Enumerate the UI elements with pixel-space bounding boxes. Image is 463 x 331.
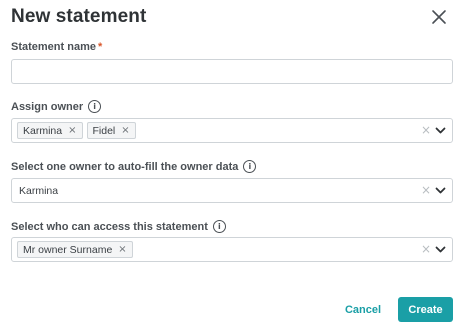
assign-owner-label: Assign owner i xyxy=(11,100,102,113)
clear-icon[interactable]: × xyxy=(421,242,431,256)
chip-label: Karmina xyxy=(23,124,63,137)
autofill-owner-select[interactable]: Karmina × xyxy=(11,178,453,203)
chip-label: Mr owner Surname xyxy=(23,243,113,256)
chevron-down-icon[interactable] xyxy=(434,243,447,256)
create-button[interactable]: Create xyxy=(398,297,453,322)
statement-name-input[interactable] xyxy=(11,59,453,84)
owner-chip-karmina: Karmina × xyxy=(17,122,83,139)
info-icon[interactable]: i xyxy=(88,100,102,113)
owner-chip-fidel: Fidel × xyxy=(86,122,136,139)
statement-name-label-text: Statement name xyxy=(11,41,96,53)
remove-chip-icon[interactable]: × xyxy=(118,244,126,255)
cancel-button[interactable]: Cancel xyxy=(335,298,391,322)
remove-chip-icon[interactable]: × xyxy=(121,125,129,136)
close-button[interactable] xyxy=(430,8,448,26)
access-label: Select who can access this statement i xyxy=(11,220,226,233)
assign-owner-select[interactable]: Karmina × Fidel × × xyxy=(11,118,453,143)
info-icon[interactable]: i xyxy=(212,220,226,233)
chevron-down-icon[interactable] xyxy=(434,124,447,137)
selected-value: Karmina xyxy=(19,184,59,197)
access-chip: Mr owner Surname × xyxy=(17,241,133,258)
clear-icon[interactable]: × xyxy=(421,123,431,137)
assign-owner-label-text: Assign owner xyxy=(11,100,84,113)
access-label-text: Select who can access this statement xyxy=(11,220,208,233)
chip-label: Fidel xyxy=(92,124,116,137)
autofill-owner-label: Select one owner to auto-fill the owner … xyxy=(11,160,257,173)
access-select[interactable]: Mr owner Surname × × xyxy=(11,237,453,262)
required-indicator: * xyxy=(97,41,103,53)
autofill-owner-label-text: Select one owner to auto-fill the owner … xyxy=(11,160,239,173)
close-icon xyxy=(432,10,446,24)
statement-name-label: Statement name * xyxy=(11,41,102,53)
chevron-down-icon[interactable] xyxy=(434,184,447,197)
info-icon[interactable]: i xyxy=(243,160,257,173)
dialog-title: New statement xyxy=(11,6,147,27)
remove-chip-icon[interactable]: × xyxy=(68,125,76,136)
clear-icon[interactable]: × xyxy=(421,183,431,197)
